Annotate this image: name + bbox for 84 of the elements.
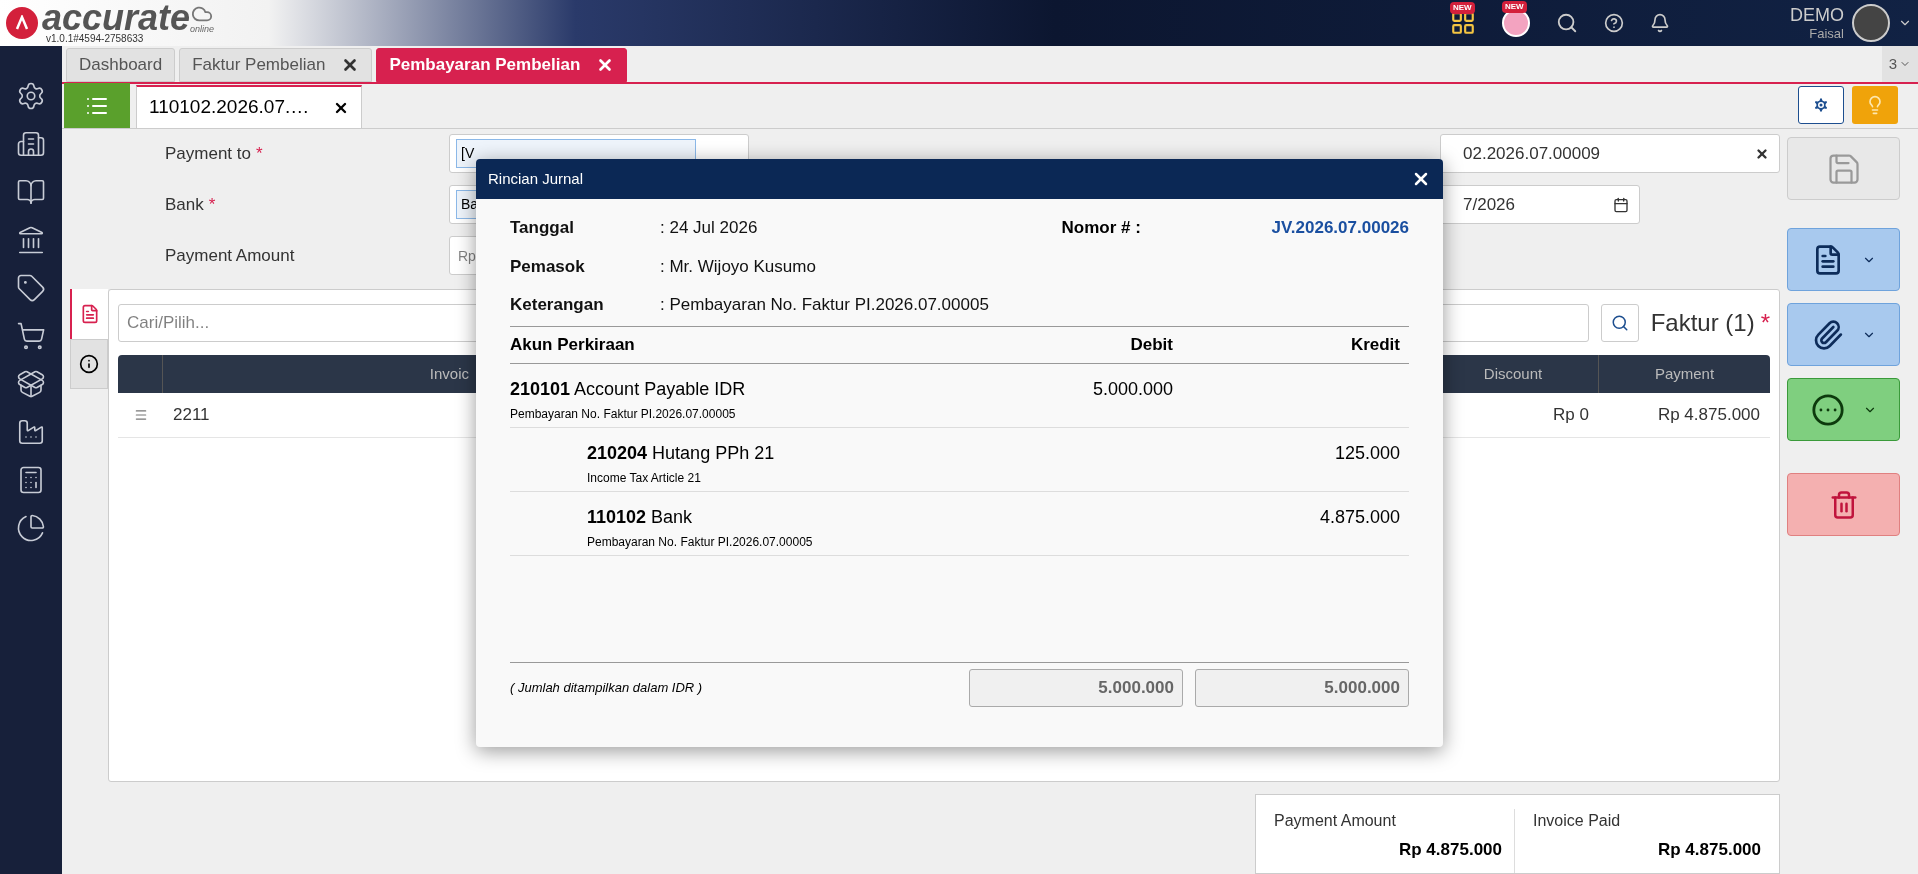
page-tab[interactable]: Faktur Pembelian <box>179 48 373 82</box>
journal-number-link[interactable]: JV.2026.07.00026 <box>1271 215 1409 241</box>
table-cell-text: Rp 0 <box>1552 404 1590 427</box>
detail-label: Nomor # : <box>1061 217 1142 239</box>
user-name: Faisal <box>1809 26 1844 43</box>
new-badge: NEW <box>1450 2 1475 14</box>
column-header: Kredit <box>1349 333 1401 356</box>
detail-value: : Pembayaran No. Faktur PI.2026.07.00005 <box>660 294 989 316</box>
info-side-tab[interactable] <box>70 339 108 389</box>
column-header: Invoic <box>428 363 470 384</box>
column-header: Debit <box>1129 333 1173 356</box>
summary-value: Rp 4.875.000 <box>1398 839 1502 861</box>
detail-value: : 24 Jul 2026 <box>660 217 758 239</box>
account-name: 110102 Bank <box>587 505 694 529</box>
credit-amount: 4.875.000 <box>1318 505 1401 529</box>
chart-icon[interactable] <box>16 513 46 543</box>
credit-amount: 125.000 <box>1333 441 1401 465</box>
calendar-icon[interactable] <box>1613 196 1629 213</box>
table-cell-text: 2211 <box>172 404 211 427</box>
new-badge: NEW <box>1502 1 1527 13</box>
invoice-side-tab[interactable] <box>70 289 108 339</box>
price-tag-icon[interactable] <box>16 273 46 303</box>
detail-value: : Mr. Wijoyo Kusumo <box>660 255 816 278</box>
required-mark: * <box>1760 308 1770 338</box>
bank-icon[interactable] <box>16 225 46 255</box>
clear-icon[interactable] <box>1755 146 1769 161</box>
required-mark: * <box>256 142 263 165</box>
help-icon[interactable] <box>1604 13 1624 33</box>
field-label: Bank <box>165 193 204 216</box>
debit-amount: 5.000.000 <box>1091 377 1173 401</box>
detail-label: Keterangan <box>510 294 605 316</box>
cart-icon[interactable] <box>16 321 46 351</box>
total-field: 5.000.000 <box>1195 669 1409 707</box>
tab-count-dropdown[interactable]: 3 <box>1882 46 1918 82</box>
account-memo: Pembayaran No. Faktur PI.2026.07.00005 <box>587 533 814 551</box>
summary-label: Payment Amount <box>1274 811 1397 831</box>
summary-label: Invoice Paid <box>1533 811 1622 831</box>
logo-icon <box>6 7 38 39</box>
document-tab[interactable]: 110102.2026.07.… <box>136 85 363 128</box>
document-icon <box>80 304 100 324</box>
package-icon[interactable] <box>16 369 46 399</box>
table-cell-text: Rp 4.875.000 <box>1656 404 1761 427</box>
account-memo: Income Tax Article 21 <box>587 469 702 487</box>
field-label: Payment to <box>165 142 251 165</box>
total-field: 5.000.000 <box>969 669 1183 707</box>
account-memo: Pembayaran No. Faktur PI.2026.07.00005 <box>510 405 737 423</box>
summary-value: Rp 4.875.000 <box>1657 839 1761 861</box>
page-tab[interactable]: Dashboard <box>66 48 176 82</box>
column-header: Payment <box>1653 363 1716 384</box>
info-icon <box>79 354 99 374</box>
account-name: 210101 Account Payable IDR <box>510 377 747 401</box>
number-field[interactable]: 02.2026.07.00009 <box>1440 134 1780 173</box>
column-header: Akun Perkiraan <box>510 333 636 356</box>
search-button[interactable] <box>1600 304 1639 342</box>
more-circle-icon <box>1810 392 1845 427</box>
more-button[interactable] <box>1787 378 1900 441</box>
account-name: 210204 Hutang PPh 21 <box>587 441 776 465</box>
book-icon[interactable] <box>16 177 46 207</box>
delete-button[interactable] <box>1787 473 1900 536</box>
user-avatar[interactable] <box>1852 4 1890 42</box>
drag-handle-icon[interactable] <box>133 408 148 422</box>
panel-title: Faktur (1) <box>1650 308 1755 338</box>
logo-subtext: online <box>190 25 215 34</box>
attachment-button[interactable] <box>1787 303 1900 366</box>
search-icon <box>1610 314 1629 332</box>
logo-text: accurate <box>42 2 191 34</box>
detail-label: Tanggal <box>510 217 575 239</box>
settings-icon[interactable] <box>16 81 46 111</box>
company-name: DEMO <box>1790 3 1844 27</box>
detail-label: Pemasok <box>510 255 586 278</box>
notification-bell-icon[interactable] <box>1650 13 1670 33</box>
factory-icon[interactable] <box>16 417 46 447</box>
date-field[interactable]: 7/2026 <box>1440 185 1640 224</box>
page-tab[interactable]: Pembayaran Pembelian <box>376 48 628 82</box>
version-text: v1.0.1#4594-2758633 <box>46 34 145 44</box>
list-button[interactable] <box>64 83 130 128</box>
required-mark: * <box>208 193 216 216</box>
currency-note: ( Jumlah ditampilkan dalam IDR ) <box>510 679 704 698</box>
building-icon[interactable] <box>16 129 46 159</box>
field-label: Payment Amount <box>165 244 295 267</box>
search-icon[interactable] <box>1556 12 1578 34</box>
document-button[interactable] <box>1787 228 1900 291</box>
settings-button[interactable] <box>1798 86 1844 124</box>
settings-icon <box>1812 96 1830 114</box>
